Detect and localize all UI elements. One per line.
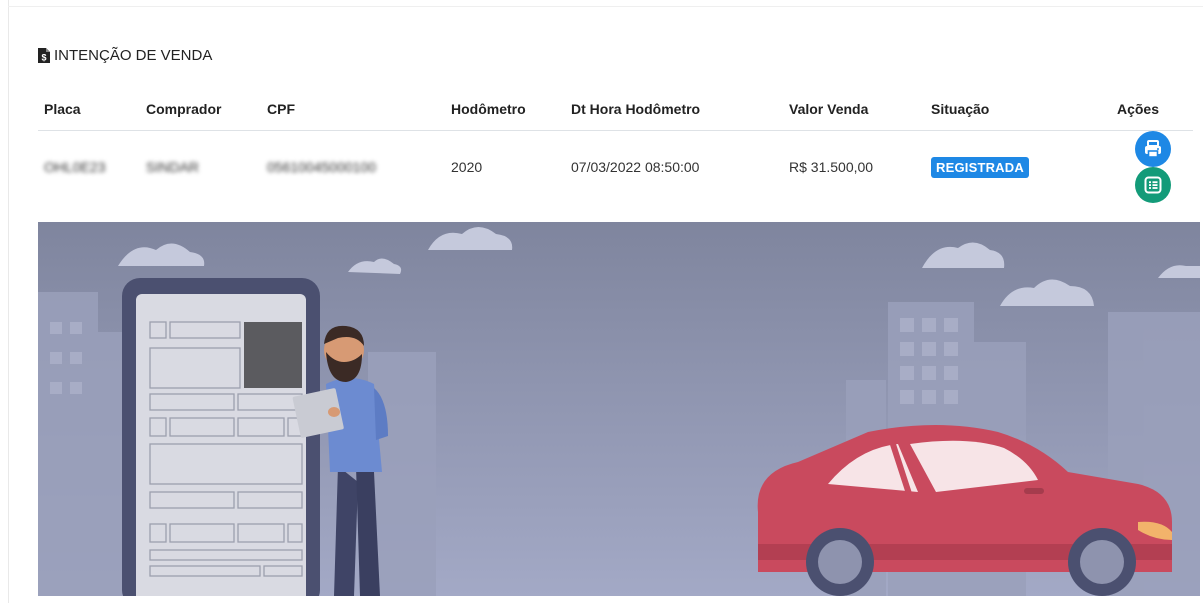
col-dt-hora: Dt Hora Hodômetro	[565, 88, 783, 131]
document-dollar-icon: $	[38, 48, 50, 63]
col-placa: Placa	[38, 88, 140, 131]
table-header-row: Placa Comprador CPF Hodômetro Dt Hora Ho…	[38, 88, 1193, 131]
list-icon	[1144, 176, 1162, 194]
cell-placa: OHL0E23	[44, 159, 106, 175]
status-badge: REGISTRADA	[931, 156, 1029, 178]
section-title-text: INTENÇÃO DE VENDA	[54, 47, 213, 64]
cell-acoes	[1091, 131, 1193, 203]
col-situacao: Situação	[925, 88, 1091, 131]
col-valor: Valor Venda	[783, 88, 925, 131]
col-cpf: CPF	[261, 88, 445, 131]
col-hodometro: Hodômetro	[445, 88, 565, 131]
svg-text:$: $	[41, 53, 46, 63]
print-button[interactable]	[1135, 131, 1171, 167]
cell-dt-hora: 07/03/2022 08:50:00	[571, 159, 700, 175]
printer-icon	[1145, 140, 1161, 158]
cell-comprador: SINDAR	[146, 159, 199, 175]
section-title: $ INTENÇÃO DE VENDA	[38, 47, 212, 64]
phone-form-illustration	[122, 278, 320, 596]
top-border	[8, 6, 1203, 7]
cell-valor: R$ 31.500,00	[789, 159, 874, 175]
col-comprador: Comprador	[140, 88, 261, 131]
cell-situacao: REGISTRADA	[925, 131, 1091, 204]
left-border	[8, 0, 9, 603]
table-row: OHL0E23 SINDAR 05610045000100 2020 07/03…	[38, 131, 1193, 204]
sale-illustration-banner	[38, 222, 1200, 596]
details-button[interactable]	[1135, 167, 1171, 203]
sale-illustration	[38, 222, 1200, 596]
cell-hodometro: 2020	[451, 159, 483, 175]
col-acoes: Ações	[1091, 88, 1193, 131]
sales-intent-table: Placa Comprador CPF Hodômetro Dt Hora Ho…	[38, 88, 1193, 203]
cell-cpf: 05610045000100	[267, 159, 377, 175]
